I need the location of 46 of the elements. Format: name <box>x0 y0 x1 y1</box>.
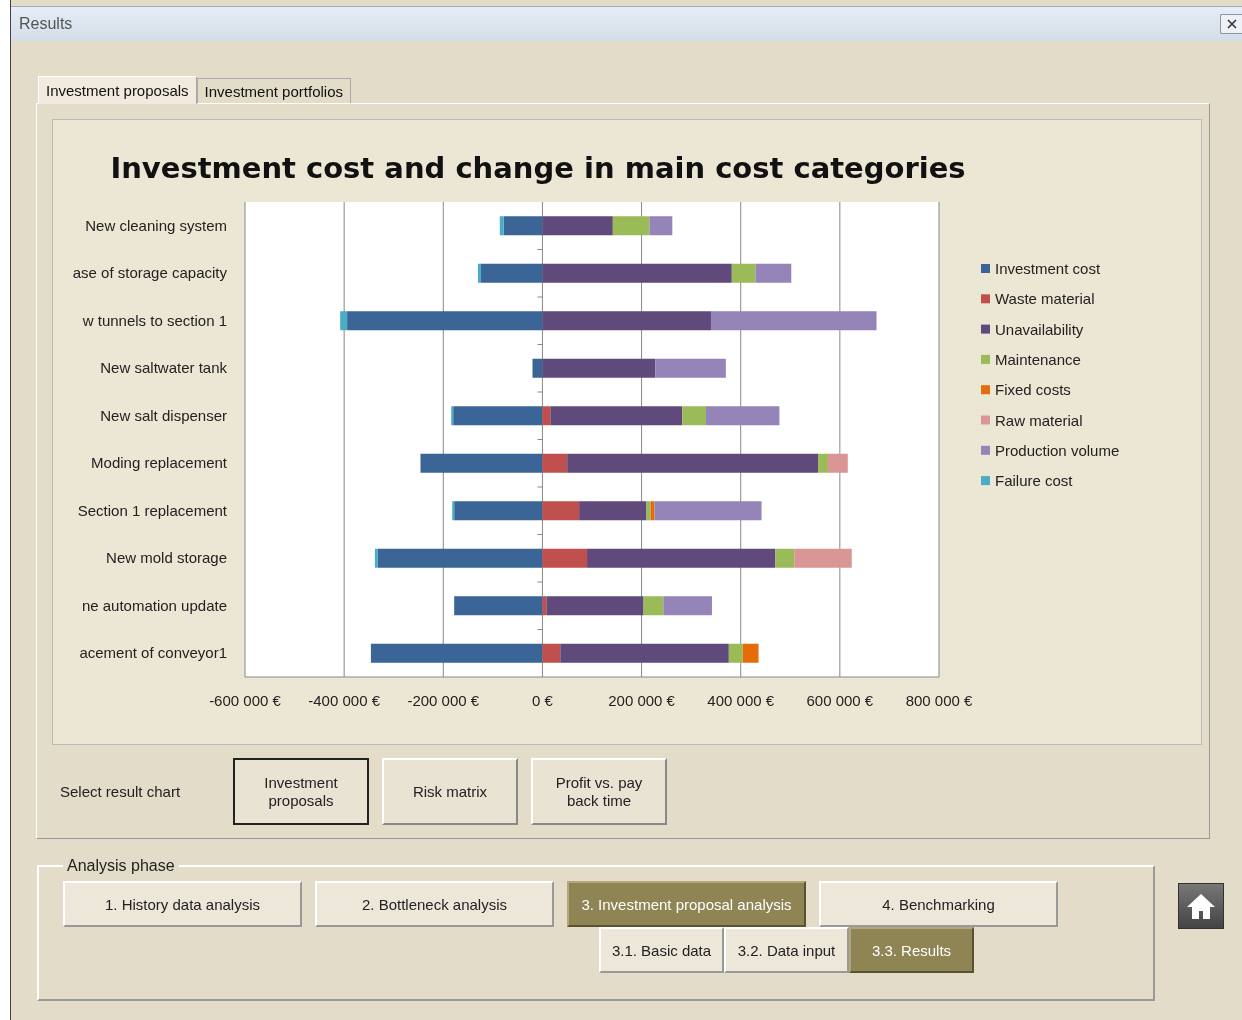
legend-label: Unavailability <box>995 320 1084 338</box>
legend-label: Failure cost <box>995 472 1073 490</box>
phase-button[interactable]: 1. History data analysis <box>63 881 302 927</box>
axis-tick-label: -400 000 € <box>308 692 380 709</box>
subphase-button[interactable]: 3.3. Results <box>849 927 974 973</box>
legend-label: Production volume <box>995 441 1120 459</box>
close-button[interactable] <box>1220 14 1242 34</box>
category-label: Section 1 replacement <box>77 501 227 519</box>
axis-tick-label: -600 000 € <box>209 692 281 709</box>
phase-button[interactable]: 4. Benchmarking <box>819 881 1058 927</box>
category-label: w tunnels to section 1 <box>82 311 227 329</box>
category-label: ne automation update <box>81 596 227 614</box>
selector-label: Select result chart <box>60 783 182 800</box>
category-label: New mold storage <box>106 549 227 567</box>
category-label: ase of storage capacity <box>72 264 227 282</box>
category-label: Moding replacement <box>91 454 227 472</box>
axis-tick-label: 400 000 € <box>707 692 775 709</box>
chart-title: Investment cost and change in main cost categories <box>110 151 966 185</box>
chart-button[interactable]: Profit vs. pay back time <box>531 758 667 825</box>
category-label: acement of conveyor1 <box>79 644 227 662</box>
axis-tick-label: -200 000 € <box>407 692 480 709</box>
chart-button[interactable]: Risk matrix <box>382 758 518 825</box>
tab[interactable]: Investment portfolios <box>196 78 351 103</box>
tab[interactable]: Investment proposals <box>38 76 197 104</box>
chart-button[interactable]: Investment proposals <box>233 758 369 825</box>
home-icon <box>1186 892 1216 920</box>
axis-tick-label: 800 000 € <box>905 692 973 709</box>
axis-tick-label: 0 € <box>532 692 553 709</box>
window-title: Results <box>19 15 73 33</box>
category-label: New cleaning system <box>85 216 227 234</box>
subphase-button[interactable]: 3.1. Basic data <box>599 927 724 973</box>
home-button[interactable] <box>1178 883 1224 929</box>
close-icon <box>1226 19 1237 29</box>
phase-button[interactable]: 3. Investment proposal analysis <box>567 881 806 927</box>
phase-button[interactable]: 2. Bottleneck analysis <box>315 881 554 927</box>
legend-label: Raw material <box>995 411 1083 429</box>
legend-label: Investment cost <box>995 260 1101 277</box>
legend-label: Fixed costs <box>995 381 1071 399</box>
panel-title: Analysis phase <box>66 857 176 875</box>
category-label: New salt dispenser <box>100 406 227 424</box>
category-label: New saltwater tank <box>100 359 227 377</box>
legend-label: Maintenance <box>995 350 1081 368</box>
legend-label: Waste material <box>995 290 1095 308</box>
axis-tick-label: 600 000 € <box>806 692 874 709</box>
axis-tick-label: 200 000 € <box>608 692 675 709</box>
subphase-button[interactable]: 3.2. Data input <box>724 927 849 973</box>
